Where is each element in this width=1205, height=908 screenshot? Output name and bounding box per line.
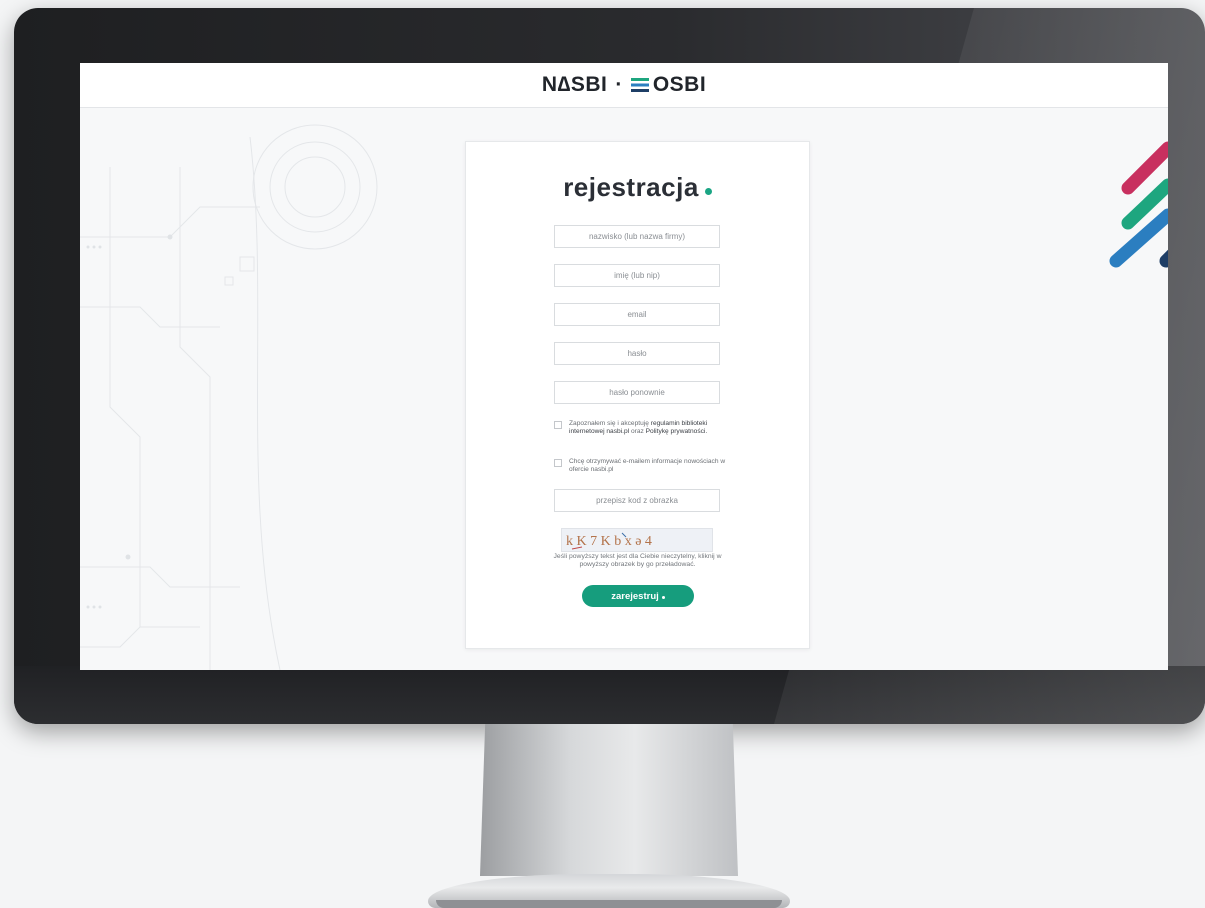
osbi-logo-text: OSBI <box>652 73 707 96</box>
terms-prefix: Zapoznałem się i akceptuję <box>569 420 649 427</box>
newsletter-row: Chcę otrzymywać e-mailem informacje nowo… <box>554 458 729 473</box>
name-input[interactable] <box>554 264 720 287</box>
newsletter-label: Chcę otrzymywać e-mailem informacje nowo… <box>569 458 726 473</box>
password-input[interactable] <box>554 342 720 365</box>
page-title: rejestracja <box>466 172 809 203</box>
email-input[interactable] <box>554 303 720 326</box>
title-dot <box>704 188 712 195</box>
osbi-books-icon <box>630 78 649 92</box>
password-repeat-input[interactable] <box>554 381 720 404</box>
captcha-text: k K 7 K b x ə 4 <box>566 534 652 549</box>
captcha-glyphs: k K 7 K b x ə 4 <box>566 532 652 550</box>
captcha-image[interactable]: k K 7 K b x ə 4 <box>561 528 713 552</box>
page-title-text: rejestracja <box>563 172 699 202</box>
monitor-frame: N∆SBI · OSBI rejestracja nazwisko (lub n… <box>14 8 1205 724</box>
registration-card: rejestracja Zapoznałem się i akceptuję r… <box>465 141 810 649</box>
captcha-input[interactable] <box>554 489 720 512</box>
register-button[interactable]: zarejestruj <box>582 585 694 607</box>
terms-row: Zapoznałem się i akceptuję regulamin bib… <box>554 420 729 435</box>
screen: N∆SBI · OSBI rejestracja nazwisko (lub n… <box>80 63 1168 670</box>
decorative-stripes <box>1109 141 1168 268</box>
nasbi-logo-text: N∆SBI <box>541 73 608 96</box>
terms-checkbox[interactable] <box>554 421 562 429</box>
logo-separator: · <box>615 73 623 96</box>
monitor-stand-neck <box>480 724 738 876</box>
header-bar: N∆SBI · OSBI <box>80 63 1168 108</box>
captcha-note: Jeśli powyższy tekst jest dla Ciebie nie… <box>553 553 722 568</box>
privacy-policy-link[interactable]: Politykę prywatności. <box>646 428 708 435</box>
button-dot <box>661 596 665 599</box>
terms-mid: oraz <box>630 427 644 435</box>
register-button-label: zarejestruj <box>611 590 659 602</box>
newsletter-checkbox[interactable] <box>554 459 562 467</box>
brand-logo[interactable]: N∆SBI · OSBI <box>542 73 706 97</box>
terms-label: Zapoznałem się i akceptuję regulamin bib… <box>569 420 729 435</box>
monitor-stand-base-edge <box>436 900 782 908</box>
surname-input[interactable] <box>554 225 720 248</box>
